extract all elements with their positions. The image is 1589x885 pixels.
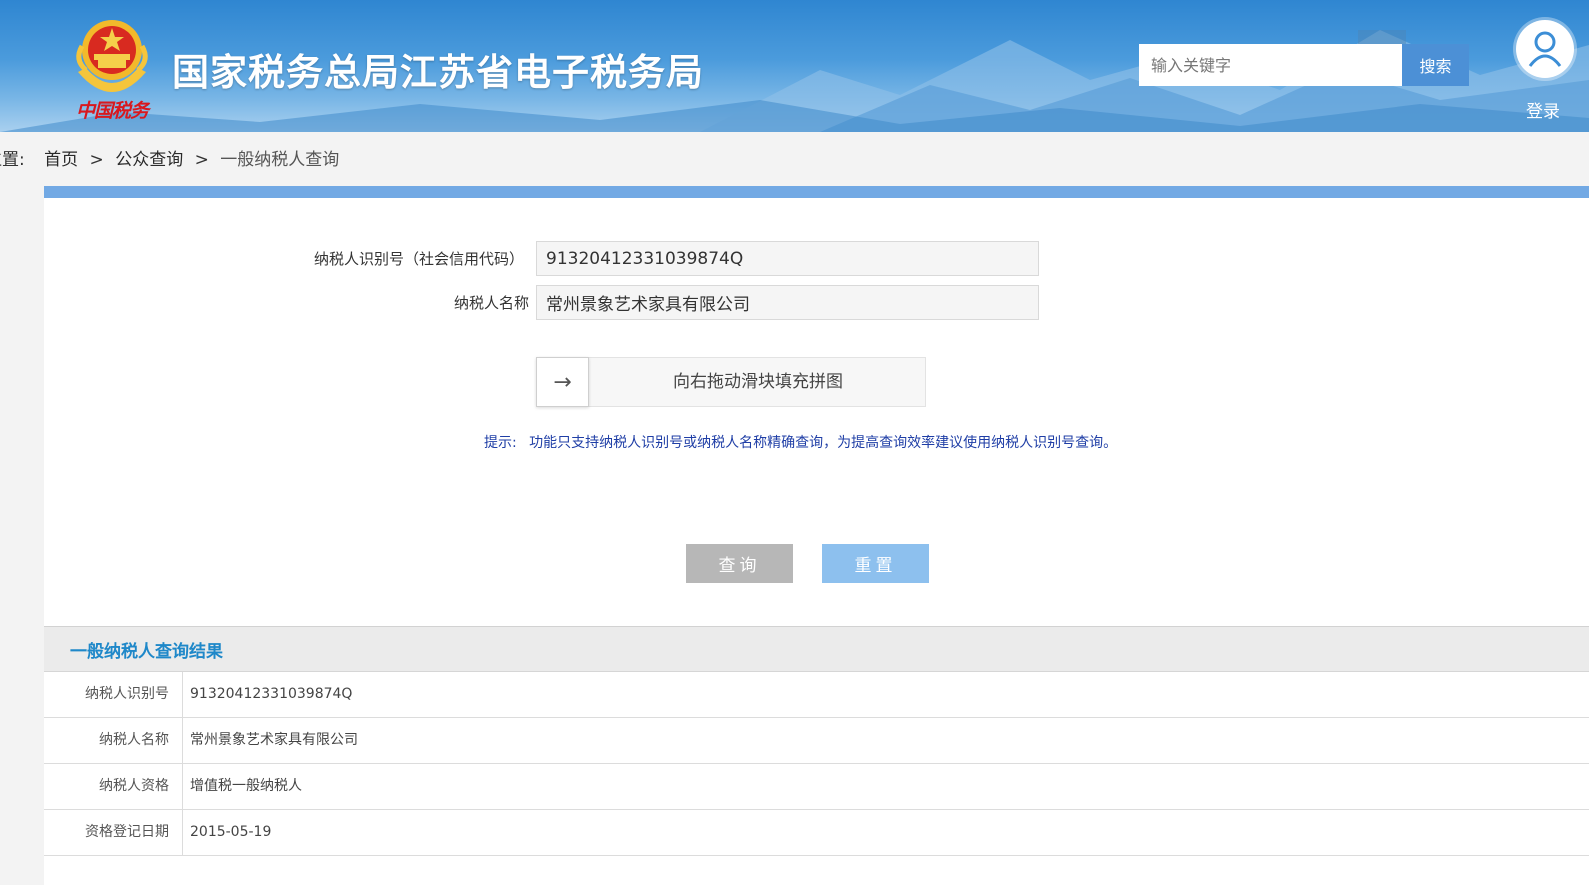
results-title: 一般纳税人查询结果 xyxy=(70,642,223,662)
breadcrumb-separator: > xyxy=(89,150,104,170)
table-row: 资格登记日期 2015-05-19 xyxy=(44,810,1589,856)
breadcrumb-home-link[interactable]: 首页 xyxy=(44,150,78,170)
hint-label: 提示: xyxy=(484,435,517,451)
hint-text: 提示: 功能只支持纳税人识别号或纳税人名称精确查询，为提高查询效率建议使用纳税人… xyxy=(484,432,1117,452)
reset-button[interactable]: 重置 xyxy=(822,544,929,583)
login-link[interactable]: 登录 xyxy=(1526,97,1560,122)
search-input[interactable] xyxy=(1139,44,1402,86)
taxpayer-id-input[interactable] xyxy=(536,241,1039,276)
table-row: 纳税人名称 常州景象艺术家具有限公司 xyxy=(44,718,1589,764)
hint-message: 功能只支持纳税人识别号或纳税人名称精确查询，为提高查询效率建议使用纳税人识别号查… xyxy=(529,435,1118,451)
result-key: 资格登记日期 xyxy=(44,810,183,855)
query-button[interactable]: 查询 xyxy=(686,544,793,583)
taxpayer-id-label: 纳税人识别号（社会信用代码） xyxy=(313,250,524,268)
table-row: 纳税人资格 增值税一般纳税人 xyxy=(44,764,1589,810)
result-value: 常州景象艺术家具有限公司 xyxy=(190,732,358,748)
table-row: 纳税人识别号 91320412331039874Q xyxy=(44,672,1589,718)
china-tax-brand-script: 中国税务 xyxy=(76,100,149,122)
site-header: 中国税务 国家税务总局江苏省电子税务局 搜索 登录 xyxy=(0,0,1589,132)
breadcrumb-separator: > xyxy=(194,150,209,170)
national-tax-emblem-icon xyxy=(76,20,148,92)
slider-instruction-text: 向右拖动滑块填充拼图 xyxy=(673,372,843,392)
slider-handle-arrow-icon[interactable]: → xyxy=(536,357,589,407)
result-key: 纳税人名称 xyxy=(44,718,183,763)
captcha-slider: → 向右拖动滑块填充拼图 xyxy=(536,357,926,407)
result-value: 2015-05-19 xyxy=(190,824,272,840)
taxpayer-name-label: 纳税人名称 xyxy=(453,294,529,312)
breadcrumb-public-query-link[interactable]: 公众查询 xyxy=(115,150,183,170)
results-header: 一般纳税人查询结果 xyxy=(44,627,1589,672)
breadcrumb: 位置: 首页 > 公众查询 > 一般纳税人查询 xyxy=(0,146,339,174)
result-key: 纳税人识别号 xyxy=(44,672,183,717)
breadcrumb-current: 一般纳税人查询 xyxy=(220,150,340,170)
result-key: 纳税人资格 xyxy=(44,764,183,809)
result-value: 增值税一般纳税人 xyxy=(190,778,302,794)
site-title: 国家税务总局江苏省电子税务局 xyxy=(172,51,704,94)
search-button[interactable]: 搜索 xyxy=(1402,44,1469,86)
taxpayer-name-input[interactable] xyxy=(536,285,1039,320)
user-avatar-icon[interactable] xyxy=(1516,20,1574,78)
query-results-panel: 一般纳税人查询结果 纳税人识别号 91320412331039874Q 纳税人名… xyxy=(44,626,1589,885)
breadcrumb-prefix: 位置: xyxy=(0,150,25,170)
result-value: 91320412331039874Q xyxy=(190,686,353,702)
query-form-panel: 纳税人识别号（社会信用代码） 纳税人名称 → 向右拖动滑块填充拼图 提示: 功能… xyxy=(44,186,1589,626)
